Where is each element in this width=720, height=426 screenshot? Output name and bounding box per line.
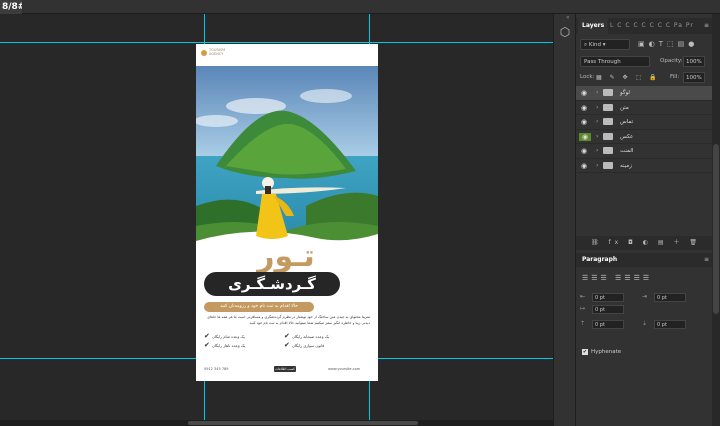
- hyphenate-checkbox[interactable]: ✔ Hyphenate: [582, 349, 621, 355]
- indent-right-input[interactable]: 0 pt: [654, 293, 686, 302]
- folder-icon: [603, 147, 613, 154]
- lock-row: Lock: ▦ ✎ ✥ ⬚ 🔒 Fill: 100%: [580, 72, 709, 84]
- feature-item: یک وعده ناهار رایگان: [212, 343, 246, 348]
- lock-icons[interactable]: ▦ ✎ ✥ ⬚ 🔒: [596, 72, 660, 83]
- blend-mode-select[interactable]: Pass Through: [580, 56, 650, 67]
- check-icon: ✔: [284, 341, 290, 349]
- panel-menu-icon[interactable]: ≡: [704, 18, 709, 34]
- canvas-area[interactable]: TOURISM AGENCY تـور گـردشـگـری حالا اقدا…: [0, 14, 553, 426]
- feature-item: یک وعده شام رایگان: [212, 334, 245, 339]
- folder-icon: [603, 118, 613, 125]
- indent-left-icon: ⇤: [580, 293, 586, 300]
- chevron-right-icon[interactable]: ›: [596, 147, 598, 154]
- horizontal-scrollbar[interactable]: [0, 420, 553, 426]
- poster-subtitle: گـردشـگـری: [204, 272, 340, 296]
- feature-item: قانون سواری رایگان: [292, 343, 325, 348]
- tab-others[interactable]: L C C C C C C C Pa Pr: [610, 18, 694, 34]
- layer-row[interactable]: ◉ › عکس: [576, 130, 713, 144]
- poster-title: تـور: [257, 239, 316, 274]
- kind-label: Kind: [588, 42, 601, 48]
- layers-panel: Layers L C C C C C C C Pa Pr ≡ ⌕ Kind ▾ …: [575, 14, 713, 426]
- blend-mode-label: Pass Through: [584, 59, 621, 65]
- layer-list: ◉ › لوگو ◉ › متن ◉ › تماس ◉ › عکس ◉ › ال…: [576, 86, 713, 173]
- poster-phone: 0912 345 789: [204, 367, 229, 371]
- folder-icon: [603, 161, 613, 169]
- layer-name: عکس: [620, 133, 634, 140]
- panel-tabs: Layers L C C C C C C C Pa Pr ≡: [576, 18, 713, 34]
- opacity-input[interactable]: 100%: [683, 56, 705, 67]
- check-icon: ✔: [284, 332, 290, 340]
- eye-icon[interactable]: ◉: [579, 132, 591, 141]
- layer-row[interactable]: ◉ › المنت: [576, 144, 713, 159]
- poster-website: www.yoursite.com: [328, 367, 361, 371]
- poster-photo: [196, 66, 378, 246]
- eye-icon[interactable]: ◉: [581, 89, 589, 97]
- eye-icon[interactable]: ◉: [581, 104, 589, 112]
- chevron-right-icon[interactable]: ›: [596, 89, 598, 96]
- feature-item: یک وعده صبحانه رایگان: [292, 334, 330, 339]
- space-after-input[interactable]: 0 pt: [654, 320, 686, 329]
- 3d-cube-icon[interactable]: ⬡: [557, 24, 573, 40]
- opacity-label: Opacity:: [660, 58, 683, 64]
- folder-icon: [603, 132, 613, 140]
- layer-name: المنت: [620, 148, 634, 154]
- layers-bottom-toolbar[interactable]: ⛓ fx ◘ ◐ ▤ ＋ 🗑: [576, 236, 713, 250]
- vertical-scrollbar[interactable]: [712, 14, 720, 426]
- layer-row[interactable]: ◉ › زمینه: [576, 159, 713, 173]
- first-line-indent-icon: ↦: [580, 305, 586, 312]
- layer-filter-row: ⌕ Kind ▾ ▣◐T⬚▤●: [580, 39, 709, 51]
- chevron-right-icon[interactable]: ›: [596, 162, 598, 169]
- scroll-thumb[interactable]: [188, 421, 418, 425]
- folder-icon: [603, 103, 613, 111]
- chevron-right-icon[interactable]: ›: [596, 104, 598, 111]
- panel-dock-strip: ⬡: [553, 14, 575, 426]
- document-tab-bar: 8/8#): [0, 0, 720, 14]
- tab-layers[interactable]: Layers: [578, 18, 609, 34]
- layer-row[interactable]: ◉ › تماس: [576, 115, 713, 130]
- indent-left-input[interactable]: 0 pt: [592, 293, 624, 302]
- check-icon: ✔: [204, 332, 210, 340]
- layer-name: متن: [620, 104, 629, 111]
- island-photo: [196, 66, 378, 246]
- hyphenate-label: Hyphenate: [591, 349, 622, 355]
- chevron-right-icon[interactable]: ›: [596, 118, 598, 125]
- poster-info-button: کسب اطلاعات: [274, 366, 296, 372]
- indent-right-icon: ⇥: [642, 293, 648, 300]
- layer-name: زمینه: [620, 162, 632, 169]
- folder-icon: [603, 89, 613, 96]
- blend-row: Pass Through Opacity: 100%: [580, 56, 709, 68]
- logo-icon: [201, 50, 207, 56]
- layer-name: لوگو: [620, 90, 630, 96]
- kind-filter-select[interactable]: ⌕ Kind ▾: [580, 39, 630, 50]
- lock-label: Lock:: [580, 74, 595, 80]
- space-before-input[interactable]: 0 pt: [592, 320, 624, 329]
- panel-menu-icon[interactable]: ≡: [704, 253, 709, 267]
- check-icon: ✔: [204, 341, 210, 349]
- poster-paragraph: تمرینا محتوای به چیدن متن ساختگ از خود ن…: [207, 315, 370, 325]
- fill-label: Fill:: [670, 74, 680, 80]
- eye-icon[interactable]: ◉: [581, 147, 589, 155]
- space-after-icon: ⇣: [642, 320, 648, 327]
- fill-input[interactable]: 100%: [683, 72, 705, 83]
- layer-row[interactable]: ◉ › لوگو: [576, 86, 713, 101]
- filter-icons[interactable]: ▣◐T⬚▤●: [638, 39, 698, 50]
- poster-tagline: حالا اقدام به ثبت نام خود و رزومه‌تان کن…: [204, 302, 314, 312]
- chevron-right-icon[interactable]: ›: [596, 133, 598, 140]
- checkbox-checked-icon[interactable]: ✔: [582, 349, 588, 355]
- scroll-thumb[interactable]: [713, 144, 719, 314]
- layer-row[interactable]: ◉ › متن: [576, 101, 713, 115]
- guide-horizontal[interactable]: [0, 42, 553, 43]
- first-line-indent-input[interactable]: 0 pt: [592, 305, 624, 314]
- paragraph-panel-header: Paragraph ≡: [576, 253, 713, 267]
- paragraph-panel-title[interactable]: Paragraph: [582, 253, 617, 267]
- collapse-arrows-icon[interactable]: «: [566, 14, 570, 21]
- eye-icon[interactable]: ◉: [581, 162, 589, 170]
- eye-icon[interactable]: ◉: [581, 118, 589, 126]
- logo-text: TOURISM AGENCY: [209, 48, 226, 56]
- paragraph-align-buttons[interactable]: ☰☰☰ ☰☰☰☰: [582, 274, 652, 282]
- layer-name: تماس: [620, 119, 634, 125]
- poster-artboard[interactable]: TOURISM AGENCY تـور گـردشـگـری حالا اقدا…: [196, 44, 378, 381]
- space-before-icon: ⇡: [580, 320, 586, 327]
- document-tab[interactable]: 8/8#): [0, 0, 22, 14]
